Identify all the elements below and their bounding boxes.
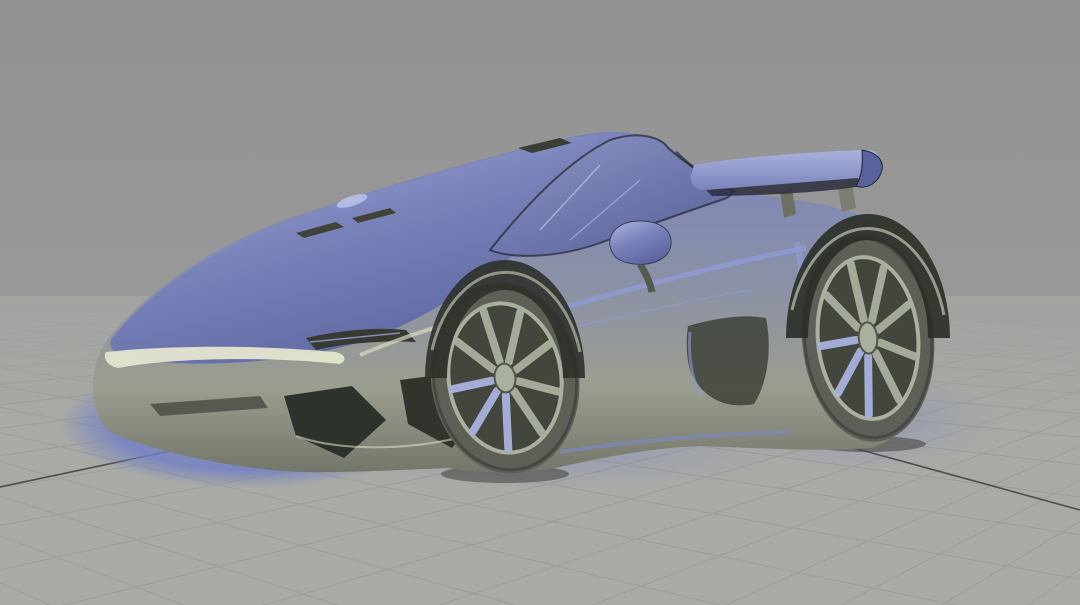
- scene-canvas: [0, 0, 1080, 605]
- viewport-3d[interactable]: [0, 0, 1080, 605]
- car-model[interactable]: [60, 132, 997, 490]
- side-mirror: [610, 221, 671, 264]
